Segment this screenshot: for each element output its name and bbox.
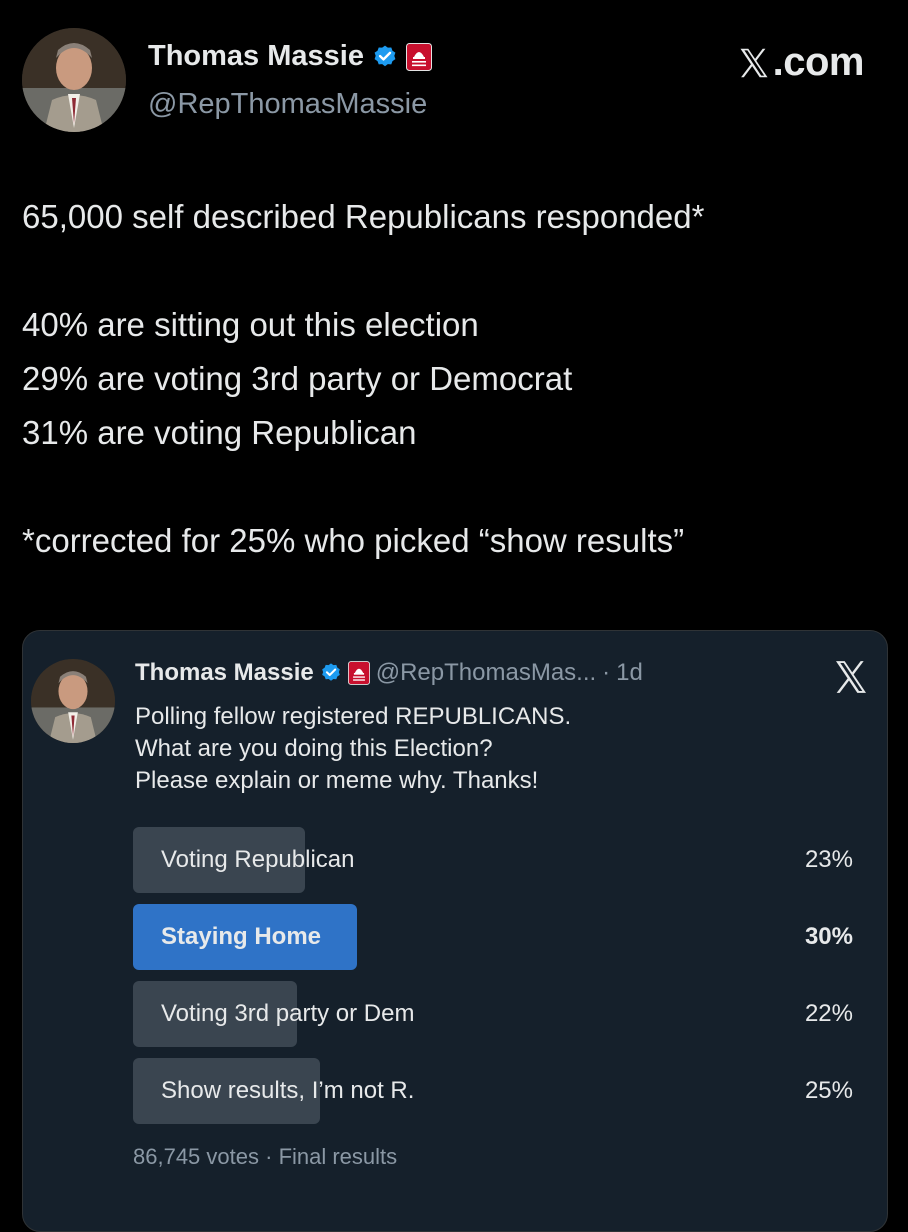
tweet-line: *corrected for 25% who picked “show resu… <box>22 522 685 559</box>
tweet-header: Thomas Massie @RepThomasMassie .com <box>22 28 886 138</box>
quoted-tweet-card[interactable]: Thomas Massie @RepThomasMas... · 1d Poll… <box>22 630 888 1232</box>
verified-badge-icon <box>321 663 340 681</box>
poll-option-percent: 22% <box>804 1000 853 1027</box>
tweet-text: 65,000 self described Republicans respon… <box>22 190 886 568</box>
tweet-line: 40% are sitting out this election <box>22 306 479 343</box>
poll-option-percent: 25% <box>804 1077 853 1104</box>
poll-option-percent: 23% <box>804 846 853 873</box>
poll-vote-count: 86,745 votes <box>133 1144 259 1169</box>
separator-dot: · <box>602 659 611 686</box>
poll-option[interactable]: Voting 3rd party or Dem 22% <box>133 981 853 1047</box>
poll: Voting Republican 23% Staying Home 30% V… <box>133 827 853 1135</box>
tweet-line: 29% are voting 3rd party or Democrat <box>22 360 573 397</box>
quoted-line: What are you doing this Election? <box>135 735 493 762</box>
poll-option[interactable]: Voting Republican 23% <box>133 827 853 893</box>
brand-domain: .com <box>772 40 865 84</box>
quoted-author-handle[interactable]: @RepThomasMas... <box>376 659 596 687</box>
author-avatar[interactable] <box>22 28 126 132</box>
x-com-brand: .com <box>736 40 865 85</box>
quoted-timestamp[interactable]: 1d <box>616 659 643 687</box>
tweet-line: 65,000 self described Republicans respon… <box>22 198 705 235</box>
quoted-line: Polling fellow registered REPUBLICANS. <box>135 703 572 730</box>
quoted-tweet-text: Polling fellow registered REPUBLICANS. W… <box>135 701 571 797</box>
poll-status: Final results <box>278 1144 398 1169</box>
poll-option[interactable]: Show results, I’m not R. 25% <box>133 1058 853 1124</box>
poll-option-label: Voting 3rd party or Dem <box>161 1000 415 1027</box>
poll-option-label: Staying Home <box>161 923 322 950</box>
house-gop-badge-icon <box>405 42 432 71</box>
poll-footer: 86,745 votes · Final results <box>133 1144 397 1170</box>
separator-dot: · <box>265 1144 273 1169</box>
quoted-author-avatar[interactable] <box>31 659 115 743</box>
poll-option-label: Show results, I’m not R. <box>161 1077 415 1104</box>
x-logo-icon <box>836 661 866 693</box>
poll-option-percent: 30% <box>804 923 853 950</box>
poll-option[interactable]: Staying Home 30% <box>133 904 853 970</box>
x-logo-icon <box>740 48 768 77</box>
house-gop-badge-icon <box>347 661 370 685</box>
author-name[interactable]: Thomas Massie <box>148 40 364 73</box>
verified-badge-icon <box>374 45 396 66</box>
quoted-author-name[interactable]: Thomas Massie <box>135 659 314 687</box>
poll-option-label: Voting Republican <box>161 846 355 873</box>
tweet-line: 31% are voting Republican <box>22 414 417 451</box>
quoted-line: Please explain or meme why. Thanks! <box>135 767 539 794</box>
author-handle[interactable]: @RepThomasMassie <box>148 88 427 121</box>
